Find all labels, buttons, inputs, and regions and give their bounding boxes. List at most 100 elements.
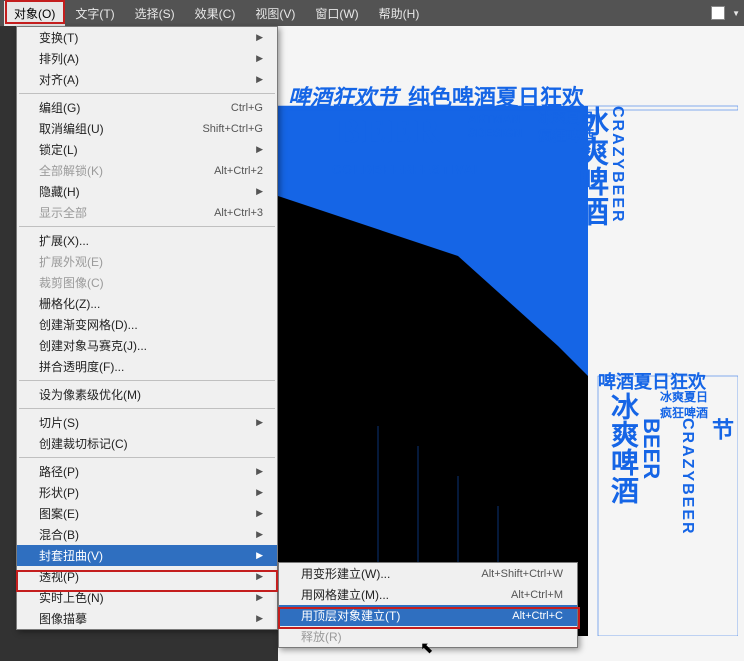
poster-vert2b: CRAZYBEER [678, 418, 696, 536]
menu-item-label: 混合(B) [39, 526, 79, 543]
poster-vert2: CRAZYBEER [608, 106, 626, 224]
menubar: 对象(O) 文字(T) 选择(S) 效果(C) 视图(V) 窗口(W) 帮助(H… [0, 0, 744, 26]
submenu-arrow-icon: ▶ [256, 571, 263, 582]
menu-item-label: 切片(S) [39, 414, 79, 431]
menu-item[interactable]: 扩展(X)... [17, 230, 277, 251]
menu-item-label: 取消编组(U) [39, 120, 104, 137]
menu-window[interactable]: 窗口(W) [305, 1, 368, 26]
menu-item-label: 扩展(X)... [39, 232, 89, 249]
submenu-shortcut: Alt+Ctrl+M [511, 589, 563, 601]
submenu-item-label: 用变形建立(W)... [301, 565, 390, 582]
poster-vert1: 冰爽啤酒 [568, 106, 612, 226]
menu-separator [19, 457, 275, 458]
menu-item[interactable]: 变换(T) ▶ [17, 27, 277, 48]
menu-item-label: 实时上色(N) [39, 589, 104, 606]
submenu-arrow-icon: ▶ [256, 487, 263, 498]
cursor-icon: ⬉ [420, 638, 433, 658]
poster-festival: COLDBEERFESTIVAL [332, 162, 483, 177]
submenu-shortcut: Alt+Shift+Ctrl+W [481, 568, 563, 580]
menu-item[interactable]: 实时上色(N) ▶ [17, 587, 277, 608]
menu-item-label: 形状(P) [39, 484, 79, 501]
menu-item-label: 编组(G) [39, 99, 80, 116]
poster-beer: BEER [336, 110, 442, 152]
menu-item: 扩展外观(E) [17, 251, 277, 272]
submenu-item-label: 用顶层对象建立(T) [301, 607, 400, 624]
menu-item-label: 栅格化(Z)... [39, 295, 100, 312]
menu-item-label: 显示全部 [39, 204, 87, 221]
submenu-arrow-icon: ▶ [256, 417, 263, 428]
menu-item[interactable]: 拼合透明度(F)... [17, 356, 277, 377]
submenu-arrow-icon: ▶ [256, 529, 263, 540]
menu-item-label: 图像描摹 [39, 610, 87, 627]
fill-color[interactable] [711, 6, 725, 20]
menu-item[interactable]: 设为像素级优化(M) [17, 384, 277, 405]
menu-item[interactable]: 锁定(L) ▶ [17, 139, 277, 160]
menu-object[interactable]: 对象(O) [4, 1, 65, 26]
poster-sdesign: SDESIGN [468, 126, 522, 140]
menu-item-label: 隐藏(H) [39, 183, 80, 200]
submenu-item[interactable]: 用变形建立(W)... Alt+Shift+Ctrl+W [279, 563, 577, 584]
menu-item-label: 全部解锁(K) [39, 162, 103, 179]
submenu-item[interactable]: 用网格建立(M)... Alt+Ctrl+M [279, 584, 577, 605]
submenu-arrow-icon: ▶ [256, 186, 263, 197]
menu-item[interactable]: 对齐(A)▶ [17, 69, 277, 90]
chevron-down-icon: ▼ [732, 9, 740, 18]
menu-item[interactable]: 栅格化(Z)... [17, 293, 277, 314]
menu-item: 显示全部 Alt+Ctrl+3 [17, 202, 277, 223]
menu-separator [19, 408, 275, 409]
menu-shortcut: Ctrl+G [231, 102, 263, 114]
submenu-item-label: 用网格建立(M)... [301, 586, 389, 603]
menu-item-label: 创建裁切标记(C) [39, 435, 128, 452]
submenu-arrow-icon: ▶ [256, 613, 263, 624]
menu-item[interactable]: 排列(A)▶ [17, 48, 277, 69]
menu-item[interactable]: 切片(S) ▶ [17, 412, 277, 433]
submenu-arrow-icon: ▶ [256, 74, 263, 85]
menu-item[interactable]: 混合(B) ▶ [17, 524, 277, 545]
submenu-item[interactable]: 用顶层对象建立(T)Alt+Ctrl+C [279, 605, 577, 626]
menu-item-label: 图案(E) [39, 505, 79, 522]
object-menu-dropdown: 变换(T)▶排列(A)▶对齐(A)▶编组(G)Ctrl+G取消编组(U)Shif… [16, 26, 278, 630]
menu-item[interactable]: 编组(G) Ctrl+G [17, 97, 277, 118]
menu-item-label: 裁剪图像(C) [39, 274, 104, 291]
menu-item-label: 封套扭曲(V) [39, 547, 103, 564]
submenu-arrow-icon: ▶ [256, 508, 263, 519]
menu-shortcut: Alt+Ctrl+2 [214, 165, 263, 177]
poster-vert3: 节 [705, 418, 737, 440]
submenu-arrow-icon: ▶ [256, 466, 263, 477]
menu-item-label: 锁定(L) [39, 141, 78, 158]
menu-item[interactable]: 取消编组(U) Shift+Ctrl+G [17, 118, 277, 139]
menu-view[interactable]: 视图(V) [245, 1, 305, 26]
menu-shortcut: Alt+Ctrl+3 [214, 207, 263, 219]
envelope-distort-submenu: 用变形建立(W)... Alt+Shift+Ctrl+W 用网格建立(M)... Al… [278, 562, 578, 648]
submenu-arrow-icon: ▶ [256, 550, 263, 561]
submenu-arrow-icon: ▶ [256, 32, 263, 43]
menu-select[interactable]: 选择(S) [125, 1, 185, 26]
menu-item[interactable]: 封套扭曲(V) ▶ [17, 545, 277, 566]
poster-title: 啤酒狂欢节 [288, 80, 398, 112]
menu-item-label: 变换(T) [39, 29, 78, 46]
menu-help[interactable]: 帮助(H) [369, 1, 430, 26]
menu-separator [19, 380, 275, 381]
menu-effect[interactable]: 效果(C) [185, 1, 246, 26]
menu-item[interactable]: 创建对象马赛克(J)... [17, 335, 277, 356]
menu-item[interactable]: 形状(P) ▶ [17, 482, 277, 503]
menu-item-label: 扩展外观(E) [39, 253, 103, 270]
poster-vert1b: 冰爽啤酒 [603, 392, 643, 504]
menu-type[interactable]: 文字(T) [65, 1, 124, 26]
menu-item-label: 设为像素级优化(M) [39, 386, 141, 403]
menu-item[interactable]: 路径(P)▶ [17, 461, 277, 482]
menu-item[interactable]: 创建渐变网格(D)... [17, 314, 277, 335]
poster-artman: ARTMAN [468, 112, 520, 126]
menu-item-label: 透视(P) [39, 568, 79, 585]
menu-item[interactable]: 透视(P) ▶ [17, 566, 277, 587]
submenu-arrow-icon: ▶ [256, 592, 263, 603]
menu-item[interactable]: 创建裁切标记(C) [17, 433, 277, 454]
menu-shortcut: Shift+Ctrl+G [202, 123, 263, 135]
submenu-arrow-icon: ▶ [256, 144, 263, 155]
menu-item[interactable]: 图像描摹 ▶ [17, 608, 277, 629]
menu-item[interactable]: 图案(E) ▶ [17, 503, 277, 524]
menu-item-label: 创建渐变网格(D)... [39, 316, 138, 333]
submenu-arrow-icon: ▶ [256, 53, 263, 64]
poster-beer-b: BEER [638, 418, 664, 479]
menu-item[interactable]: 隐藏(H) ▶ [17, 181, 277, 202]
